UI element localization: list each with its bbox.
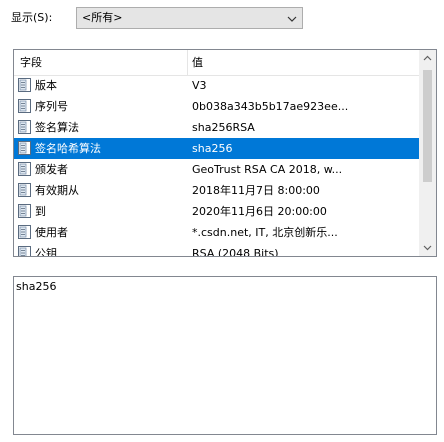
certificate-field-icon [18,78,31,92]
row-field-value: 2018年11月7日 8:00:00 [192,184,320,197]
row-field-name: 签名哈希算法 [35,142,101,155]
row-field-name: 版本 [35,79,57,92]
row-field-value: RSA (2048 Bits) [192,247,279,257]
row-field-value: *.csdn.net, IT, 北京创新乐... [192,226,338,239]
field-detail-box[interactable]: sha256 [13,276,437,435]
row-field-value: sha256 [192,142,233,155]
row-field-name: 签名算法 [35,121,79,134]
row-field-name: 公钥 [35,247,57,257]
row-field-value: V3 [192,79,207,92]
scroll-down-icon[interactable] [419,239,436,256]
list-row[interactable]: 签名哈希算法 sha256 [14,138,420,159]
vertical-scrollbar[interactable] [419,50,436,256]
certificate-field-icon [18,99,31,113]
field-detail-text: sha256 [16,280,57,293]
list-row[interactable]: 有效期从 2018年11月7日 8:00:00 [14,180,420,201]
certificate-field-icon [18,141,31,155]
certificate-field-icon [18,120,31,134]
row-field-name: 到 [35,205,46,218]
certificate-field-icon [18,246,31,256]
row-field-name: 有效期从 [35,184,79,197]
list-row[interactable]: 公钥 RSA (2048 Bits) [14,243,420,257]
list-row[interactable]: 到 2020年11月6日 20:00:00 [14,201,420,222]
list-row[interactable]: 序列号 0b038a343b5b17ae923ee... [14,96,420,117]
chevron-down-icon [287,16,297,22]
scrollbar-thumb[interactable] [423,70,432,182]
certificate-field-icon [18,162,31,176]
certificate-field-icon [18,204,31,218]
row-field-value: GeoTrust RSA CA 2018, w... [192,163,343,176]
list-row[interactable]: 签名算法 sha256RSA [14,117,420,138]
list-header: 字段 值 [14,50,420,76]
row-field-value: sha256RSA [192,121,255,134]
row-field-name: 使用者 [35,226,68,239]
scroll-up-icon[interactable] [419,50,436,67]
show-dropdown-value: <所有> [82,11,123,24]
column-header-value[interactable]: 值 [192,50,402,75]
column-divider[interactable] [187,50,188,75]
field-list[interactable]: 字段 值 版本 V3 序列号 0b038a343b5b17ae923ee... 签名算法… [13,49,437,257]
row-field-name: 序列号 [35,100,68,113]
column-header-field[interactable]: 字段 [20,50,190,75]
row-field-value: 2020年11月6日 20:00:00 [192,205,327,218]
show-label: 显示(S): [11,11,53,24]
row-field-value: 0b038a343b5b17ae923ee... [192,100,349,113]
show-dropdown[interactable]: <所有> [76,7,303,29]
list-row[interactable]: 使用者 *.csdn.net, IT, 北京创新乐... [14,222,420,243]
list-row[interactable]: 版本 V3 [14,75,420,96]
list-row[interactable]: 颁发者 GeoTrust RSA CA 2018, w... [14,159,420,180]
certificate-field-icon [18,225,31,239]
certificate-field-icon [18,183,31,197]
row-field-name: 颁发者 [35,163,68,176]
